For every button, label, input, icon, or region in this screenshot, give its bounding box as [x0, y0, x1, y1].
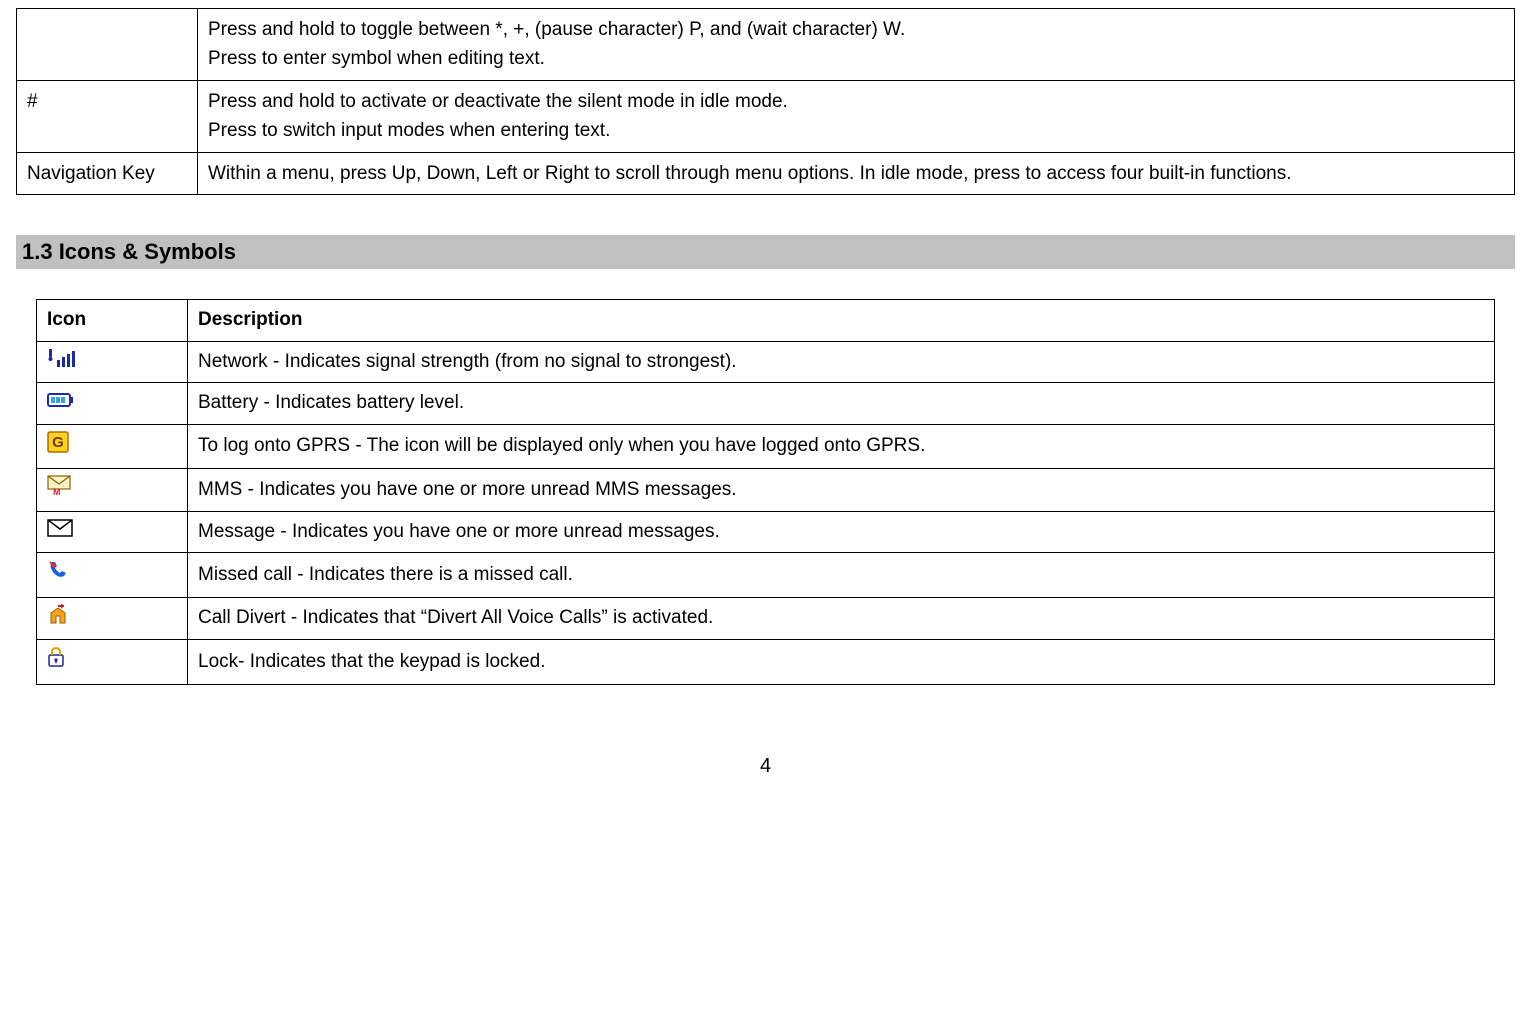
table-row: Press and hold to toggle between *, +, (… [17, 9, 1515, 81]
signal-icon [47, 349, 75, 367]
table-row: M MMS - Indicates you have one or more u… [37, 469, 1495, 512]
desc-line: Press and hold to activate or deactivate… [208, 91, 788, 112]
desc-cell: Call Divert - Indicates that “Divert All… [188, 597, 1495, 640]
desc-line: Press to enter symbol when editing text. [208, 48, 545, 69]
icon-cell [37, 511, 188, 553]
icon-cell: G [37, 424, 188, 469]
page-number: 4 [16, 755, 1515, 778]
lock-icon [47, 646, 65, 668]
icons-table: Icon Description Network - Indicates sig… [36, 299, 1495, 685]
desc-cell: Press and hold to activate or deactivate… [198, 80, 1515, 152]
desc-cell: Message - Indicates you have one or more… [188, 511, 1495, 553]
table-row: Call Divert - Indicates that “Divert All… [37, 597, 1495, 640]
table-row: G To log onto GPRS - The icon will be di… [37, 424, 1495, 469]
desc-line: Press and hold to toggle between *, +, (… [208, 19, 905, 40]
desc-cell: To log onto GPRS - The icon will be disp… [188, 424, 1495, 469]
mms-icon: M [47, 475, 71, 495]
icon-cell [37, 597, 188, 640]
icons-header-row: Icon Description [37, 300, 1495, 342]
battery-icon [47, 392, 75, 408]
svg-text:M: M [53, 487, 61, 495]
desc-line: Within a menu, press Up, Down, Left or R… [208, 163, 1292, 184]
desc-cell: Missed call - Indicates there is a misse… [188, 553, 1495, 598]
table-row: Battery - Indicates battery level. [37, 383, 1495, 425]
missed-call-icon [47, 559, 69, 581]
svg-text:G: G [52, 434, 64, 451]
table-row: Lock- Indicates that the keypad is locke… [37, 640, 1495, 685]
key-cell [17, 9, 198, 81]
icons-header-description: Description [188, 300, 1495, 342]
message-icon [47, 519, 73, 537]
key-cell: Navigation Key [17, 152, 198, 194]
desc-cell: Lock- Indicates that the keypad is locke… [188, 640, 1495, 685]
icon-cell [37, 553, 188, 598]
desc-line: Press to switch input modes when enterin… [208, 120, 610, 141]
gprs-icon: G [47, 431, 69, 453]
key-cell: # [17, 80, 198, 152]
desc-cell: MMS - Indicates you have one or more unr… [188, 469, 1495, 512]
table-row: Message - Indicates you have one or more… [37, 511, 1495, 553]
section-heading: 1.3 Icons & Symbols [16, 235, 1515, 269]
call-divert-icon [47, 604, 69, 624]
desc-cell: Network - Indicates signal strength (fro… [188, 341, 1495, 383]
desc-cell: Within a menu, press Up, Down, Left or R… [198, 152, 1515, 194]
icon-cell [37, 640, 188, 685]
table-row: # Press and hold to activate or deactiva… [17, 80, 1515, 152]
table-row: Network - Indicates signal strength (fro… [37, 341, 1495, 383]
desc-cell: Battery - Indicates battery level. [188, 383, 1495, 425]
icon-cell [37, 341, 188, 383]
icon-cell [37, 383, 188, 425]
icon-cell: M [37, 469, 188, 512]
icons-header-icon: Icon [37, 300, 188, 342]
desc-cell: Press and hold to toggle between *, +, (… [198, 9, 1515, 81]
table-row: Missed call - Indicates there is a misse… [37, 553, 1495, 598]
table-row: Navigation Key Within a menu, press Up, … [17, 152, 1515, 194]
keys-table: Press and hold to toggle between *, +, (… [16, 8, 1515, 195]
